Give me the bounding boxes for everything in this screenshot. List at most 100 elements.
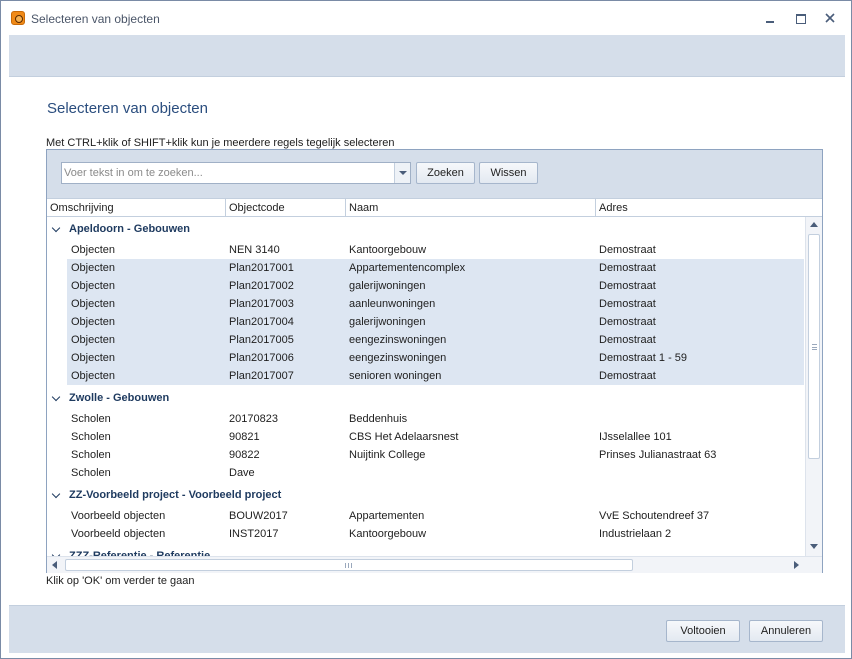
table-row[interactable]: Objecten Plan2017004 galerijwoningen Demost… — [67, 313, 804, 331]
chevron-down-icon[interactable] — [51, 223, 61, 233]
cell-omschrijving: Scholen — [71, 431, 111, 443]
table-row[interactable]: Scholen 90822 Nuijtink College Prinses Juli… — [67, 446, 804, 464]
window-title: Selecteren van objecten — [31, 12, 160, 26]
cell-omschrijving: Voorbeeld objecten — [71, 528, 166, 540]
close-icon — [825, 13, 835, 23]
table-row[interactable]: Objecten Plan2017001 Appartementencomplex D… — [67, 259, 804, 277]
cell-omschrijving: Objecten — [71, 370, 116, 382]
cell-naam: eengezinswoningen — [349, 352, 447, 364]
group-label: Apeldoorn - Gebouwen — [69, 223, 190, 235]
column-header-objectcode[interactable]: Objectcode — [226, 199, 346, 217]
column-header-naam[interactable]: Naam — [346, 199, 596, 217]
group-row[interactable]: ZZZ-Referentie - Referentie — [47, 548, 804, 556]
group-label: Zwolle - Gebouwen — [69, 392, 170, 404]
minimize-button[interactable] — [759, 9, 781, 27]
cell-adres: Demostraat — [599, 262, 656, 274]
cell-omschrijving: Voorbeeld objecten — [71, 510, 166, 522]
cell-objectcode: Plan2017005 — [229, 334, 294, 346]
close-button[interactable] — [819, 9, 841, 27]
cell-adres: Demostraat — [599, 334, 656, 346]
maximize-button[interactable] — [789, 9, 811, 27]
cell-objectcode: 20170823 — [229, 413, 278, 425]
table-row[interactable]: Objecten Plan2017003 aanleunwoningen Demost… — [67, 295, 804, 313]
app-icon — [11, 11, 25, 25]
table-row[interactable]: Objecten NEN 3140 Kantoorgebouw Demostraat — [67, 241, 804, 259]
cell-omschrijving: Scholen — [71, 467, 111, 479]
table-row[interactable]: Objecten Plan2017007 senioren woningen Demo… — [67, 367, 804, 385]
title-bar: Selecteren van objecten — [1, 1, 851, 35]
group-row[interactable]: Apeldoorn - Gebouwen — [47, 221, 804, 239]
cell-naam: Nuijtink College — [349, 449, 426, 461]
cell-naam: Kantoorgebouw — [349, 244, 427, 256]
cell-adres: Prinses Julianastraat 63 — [599, 449, 717, 461]
table-row[interactable]: Voorbeeld objecten INST2017 Kantoorgebouw I… — [67, 525, 804, 543]
scroll-left-icon[interactable] — [52, 561, 57, 569]
chevron-down-icon[interactable] — [51, 392, 61, 402]
scroll-up-icon[interactable] — [810, 222, 818, 227]
object-grid-panel: Zoeken Wissen Omschrijving Objectcode Na… — [46, 149, 823, 573]
horizontal-scrollbar[interactable] — [47, 556, 822, 573]
cell-objectcode: Plan2017002 — [229, 280, 294, 292]
search-box[interactable] — [61, 162, 411, 184]
clear-button[interactable]: Wissen — [479, 162, 538, 184]
cell-naam: Appartementen — [349, 510, 425, 522]
cell-objectcode: 90821 — [229, 431, 260, 443]
group-row[interactable]: ZZ-Voorbeeld project - Voorbeeld project — [47, 487, 804, 505]
cell-adres: Demostraat — [599, 298, 656, 310]
cell-objectcode: Plan2017001 — [229, 262, 294, 274]
cell-adres: VvE Schoutendreef 37 — [599, 510, 710, 522]
table-row[interactable]: Voorbeeld objecten BOUW2017 Appartementen V… — [67, 507, 804, 525]
cell-omschrijving: Objecten — [71, 316, 116, 328]
column-header-adres[interactable]: Adres — [596, 199, 822, 217]
cell-adres: Demostraat — [599, 370, 656, 382]
vertical-scroll-thumb[interactable] — [808, 234, 820, 459]
cell-adres: Industrielaan 2 — [599, 528, 672, 540]
cancel-button[interactable]: Annuleren — [749, 620, 823, 642]
search-toolbar: Zoeken Wissen — [47, 150, 822, 198]
table-row[interactable]: Objecten Plan2017006 eengezinswoningen Demo… — [67, 349, 804, 367]
cell-naam: senioren woningen — [349, 370, 442, 382]
table-row[interactable]: Objecten Plan2017005 eengezinswoningen Demo… — [67, 331, 804, 349]
content-area: Selecteren van objecten Met CTRL+klik of… — [9, 77, 845, 605]
cell-naam: Appartementencomplex — [349, 262, 466, 274]
instruction-text: Met CTRL+klik of SHIFT+klik kun je meerd… — [46, 137, 395, 149]
cell-adres: Demostraat 1 - 59 — [599, 352, 688, 364]
cell-adres: IJsselallee 101 — [599, 431, 672, 443]
search-input[interactable] — [64, 165, 394, 181]
scroll-down-icon[interactable] — [810, 544, 818, 549]
table-row[interactable]: Scholen Dave — [67, 464, 804, 482]
dialog-window: Selecteren van objecten Selecteren van o… — [0, 0, 852, 659]
cell-naam: Kantoorgebouw — [349, 528, 427, 540]
group-label: ZZ-Voorbeeld project - Voorbeeld project — [69, 489, 282, 501]
cell-omschrijving: Objecten — [71, 244, 116, 256]
cell-adres: Demostraat — [599, 316, 656, 328]
table-row[interactable]: Objecten Plan2017002 galerijwoningen Demost… — [67, 277, 804, 295]
cell-omschrijving: Objecten — [71, 280, 116, 292]
cell-omschrijving: Scholen — [71, 449, 111, 461]
cell-naam: aanleunwoningen — [349, 298, 436, 310]
search-history-dropdown[interactable] — [394, 163, 410, 183]
cell-omschrijving: Scholen — [71, 413, 111, 425]
table-row[interactable]: Scholen 20170823 Beddenhuis — [67, 410, 804, 428]
chevron-down-icon[interactable] — [51, 489, 61, 499]
cell-objectcode: Plan2017007 — [229, 370, 294, 382]
cell-adres: Demostraat — [599, 280, 656, 292]
horizontal-scroll-thumb[interactable] — [65, 559, 633, 571]
cell-objectcode: NEN 3140 — [229, 244, 280, 256]
finish-button[interactable]: Voltooien — [666, 620, 740, 642]
cell-objectcode: Plan2017004 — [229, 316, 294, 328]
table-row[interactable]: Scholen 90821 CBS Het Adelaarsnest IJsselal… — [67, 428, 804, 446]
cell-omschrijving: Objecten — [71, 352, 116, 364]
search-button[interactable]: Zoeken — [416, 162, 475, 184]
footer-band: Voltooien Annuleren — [9, 605, 845, 653]
column-header-row: Omschrijving Objectcode Naam Adres — [47, 198, 822, 217]
cell-omschrijving: Objecten — [71, 298, 116, 310]
cell-naam: CBS Het Adelaarsnest — [349, 431, 459, 443]
cell-objectcode: INST2017 — [229, 528, 279, 540]
column-header-omschrijving[interactable]: Omschrijving — [47, 199, 226, 217]
vertical-scrollbar[interactable] — [805, 217, 822, 556]
page-title: Selecteren van objecten — [47, 100, 208, 117]
group-row[interactable]: Zwolle - Gebouwen — [47, 390, 804, 408]
scroll-right-icon[interactable] — [794, 561, 799, 569]
cell-naam: eengezinswoningen — [349, 334, 447, 346]
